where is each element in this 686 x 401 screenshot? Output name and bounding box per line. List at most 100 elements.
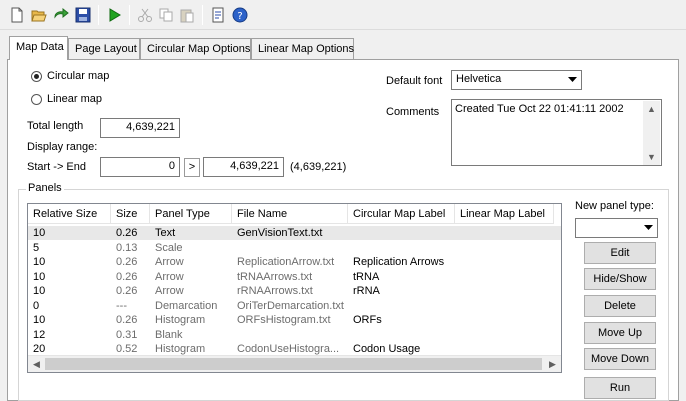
chevron-down-icon: [564, 72, 580, 88]
column-header-size[interactable]: Size: [111, 204, 150, 224]
table-cell-size: 0.52: [116, 343, 138, 355]
table-row[interactable]: 10 0.26 Arrow tRNAArrows.txt tRNA: [28, 270, 561, 284]
tab-page-layout[interactable]: Page Layout: [68, 38, 140, 59]
hide-show-button[interactable]: Hide/Show: [584, 268, 656, 290]
table-cell-rel: 10: [33, 256, 46, 268]
new-panel-type-select[interactable]: [575, 218, 658, 238]
table-cell-type: Text: [155, 227, 176, 239]
scroll-up-icon[interactable]: ▲: [643, 101, 660, 117]
tab-map-data[interactable]: Map Data: [9, 36, 68, 60]
column-header-circular-map-label[interactable]: Circular Map Label: [348, 204, 455, 224]
column-header-panel-type[interactable]: Panel Type: [150, 204, 232, 224]
toolbar: ?: [0, 0, 686, 30]
delete-button[interactable]: Delete: [584, 295, 656, 317]
comments-value: Created Tue Oct 22 01:41:11 2002: [455, 103, 624, 115]
column-header-linear-map-label[interactable]: Linear Map Label: [455, 204, 554, 224]
table-row[interactable]: 0 --- Demarcation OriTerDemarcation.txt: [28, 299, 561, 313]
help-icon[interactable]: ?: [229, 4, 251, 26]
copy-icon[interactable]: [155, 4, 177, 26]
table-row[interactable]: 12 0.31 Blank: [28, 328, 561, 342]
range-total-note: (4,639,221): [290, 161, 347, 173]
new-icon[interactable]: [6, 4, 28, 26]
table-cell-size: 0.26: [116, 256, 138, 268]
save-icon[interactable]: [72, 4, 94, 26]
table-row[interactable]: 5 0.13 Scale: [28, 241, 561, 255]
column-header-file-name[interactable]: File Name: [232, 204, 348, 224]
scroll-thumb[interactable]: [45, 358, 542, 370]
table-cell-size: 0.26: [116, 285, 138, 297]
table-cell-rel: 10: [33, 227, 46, 239]
range-start-field[interactable]: 0: [100, 157, 180, 177]
table-cell-type: Histogram: [155, 343, 206, 355]
table-cell-file: ReplicationArrow.txt: [237, 256, 335, 268]
table-cell-type: Arrow: [155, 256, 184, 268]
table-row[interactable]: 10 0.26 Histogram ORFsHistogram.txt ORFs: [28, 313, 561, 327]
table-cell-rel: 10: [33, 314, 46, 326]
table-row[interactable]: 10 0.26 Text GenVisionText.txt: [28, 226, 561, 240]
table-cell-circ: Codon Usage: [353, 343, 421, 355]
move-up-button[interactable]: Move Up: [584, 322, 656, 344]
svg-text:?: ?: [237, 11, 242, 22]
table-cell-size: ---: [116, 299, 127, 312]
move-down-button[interactable]: Move Down: [584, 348, 656, 370]
comments-textarea[interactable]: Created Tue Oct 22 01:41:11 2002 ▲ ▼: [451, 99, 662, 166]
table-cell-rel: 12: [33, 328, 46, 341]
table-cell-type: Arrow: [155, 270, 184, 283]
default-font-label: Default font: [386, 75, 443, 87]
circular-map-label: Circular map: [47, 70, 110, 82]
panels-list[interactable]: Relative Size Size Panel Type File Name …: [27, 203, 562, 373]
table-row[interactable]: 10 0.26 Arrow ReplicationArrow.txt Replicati…: [28, 255, 561, 269]
table-row[interactable]: 20 0.52 Histogram CodonUseHistogra... Codon …: [28, 342, 561, 356]
table-cell-size: 0.26: [116, 227, 138, 239]
paste-icon[interactable]: [176, 4, 198, 26]
table-cell-circ: Replication Arrows: [353, 256, 445, 268]
table-cell-circ: ORFs: [353, 314, 382, 326]
table-cell-size: 0.31: [116, 328, 138, 341]
linear-map-radio[interactable]: [31, 94, 42, 105]
range-end-field[interactable]: 4,639,221: [203, 157, 284, 177]
run-icon[interactable]: [103, 4, 125, 26]
table-cell-rel: 10: [33, 270, 46, 283]
total-length-field[interactable]: 4,639,221: [100, 118, 180, 138]
scroll-left-icon[interactable]: ◀: [28, 356, 45, 372]
table-row[interactable]: 10 0.26 Arrow rRNAArrows.txt rRNA: [28, 284, 561, 298]
properties-icon[interactable]: [207, 4, 229, 26]
range-arrow-button[interactable]: >: [184, 158, 200, 177]
table-cell-file: GenVisionText.txt: [237, 227, 323, 239]
comments-label: Comments: [386, 106, 440, 118]
table-cell-type: Arrow: [155, 285, 184, 297]
linear-map-label: Linear map: [47, 93, 103, 105]
table-cell-size: 0.26: [116, 270, 138, 283]
new-panel-type-label: New panel type:: [575, 200, 654, 212]
table-cell-rel: 0: [33, 299, 40, 312]
scroll-down-icon[interactable]: ▼: [643, 149, 660, 165]
default-font-select[interactable]: Helvetica: [451, 70, 582, 90]
table-cell-type: Demarcation: [155, 299, 218, 312]
open-icon[interactable]: [28, 4, 50, 26]
total-length-label: Total length: [27, 120, 84, 132]
display-range-label: Display range:: [27, 141, 98, 153]
column-header-relative-size[interactable]: Relative Size: [28, 204, 111, 224]
cut-icon[interactable]: [134, 4, 156, 26]
tab-linear-map-options[interactable]: Linear Map Options: [251, 38, 354, 59]
comments-scrollbar[interactable]: ▲ ▼: [643, 101, 660, 165]
table-cell-type: Scale: [155, 241, 183, 254]
table-cell-type: Histogram: [155, 314, 206, 326]
table-cell-file: OriTerDemarcation.txt: [237, 299, 344, 312]
table-cell-file: rRNAArrows.txt: [237, 285, 313, 297]
table-cell-file: ORFsHistogram.txt: [237, 314, 331, 326]
redo-icon[interactable]: [50, 4, 72, 26]
edit-button[interactable]: Edit: [584, 242, 656, 264]
table-cell-size: 0.13: [116, 241, 138, 254]
table-cell-rel: 20: [33, 343, 46, 355]
scroll-right-icon[interactable]: ▶: [544, 356, 561, 372]
chevron-down-icon: [640, 220, 656, 236]
table-cell-rel: 5: [33, 241, 40, 254]
table-cell-file: tRNAArrows.txt: [237, 270, 313, 283]
start-end-label: Start -> End: [27, 161, 87, 173]
table-cell-type: Blank: [155, 328, 183, 341]
panels-horizontal-scrollbar[interactable]: ◀ ▶: [28, 355, 561, 372]
tab-circular-map-options[interactable]: Circular Map Options: [140, 38, 251, 59]
run-button[interactable]: Run: [584, 377, 656, 399]
circular-map-radio[interactable]: [31, 71, 42, 82]
